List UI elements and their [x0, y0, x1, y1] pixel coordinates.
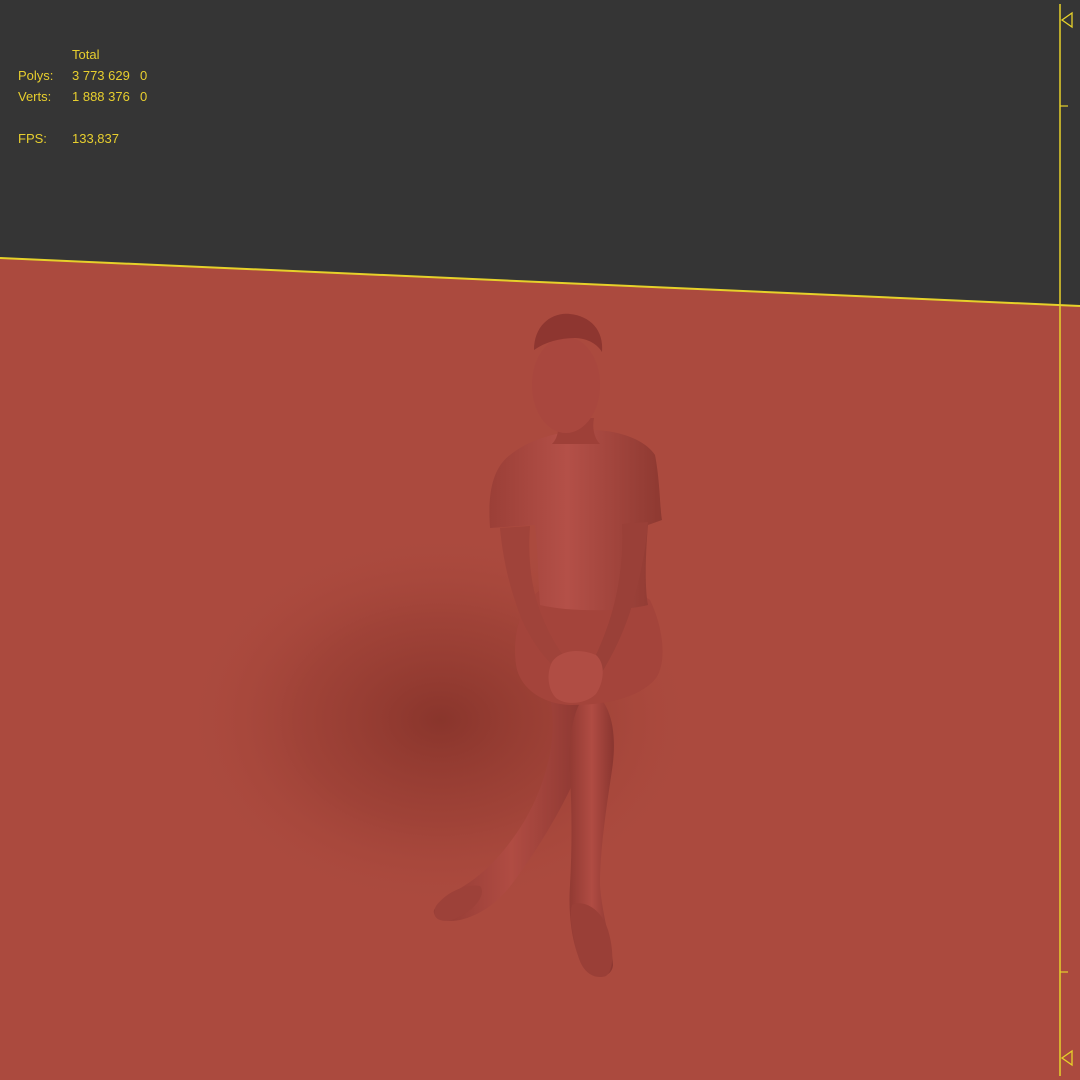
stats-total-header: Total: [72, 47, 100, 62]
viewport-statistics: Total Polys: 3 773 629 0 Verts: 1 888 37…: [18, 44, 160, 149]
stats-fps-row: FPS: 133,837: [18, 128, 160, 149]
polys-total: 3 773 629: [72, 68, 130, 83]
verts-label: Verts:: [18, 89, 52, 104]
stats-spacer: [18, 107, 160, 128]
model-head: [532, 337, 600, 433]
stats-verts-row: Verts: 1 888 376 0: [18, 86, 160, 107]
stats-header-row: Total: [18, 44, 160, 65]
stats-polys-row: Polys: 3 773 629 0: [18, 65, 160, 86]
polys-label: Polys:: [18, 68, 54, 83]
model-hands: [548, 650, 603, 703]
fps-label: FPS:: [18, 131, 47, 146]
viewport-scene[interactable]: [0, 0, 1080, 1080]
fps-value: 133,837: [72, 131, 119, 146]
verts-total: 1 888 376: [72, 89, 130, 104]
polys-selected: 0: [140, 68, 148, 83]
3d-viewport[interactable]: Total Polys: 3 773 629 0 Verts: 1 888 37…: [0, 0, 1080, 1080]
range-start-marker-icon[interactable]: [1060, 11, 1073, 29]
verts-selected: 0: [140, 89, 148, 104]
